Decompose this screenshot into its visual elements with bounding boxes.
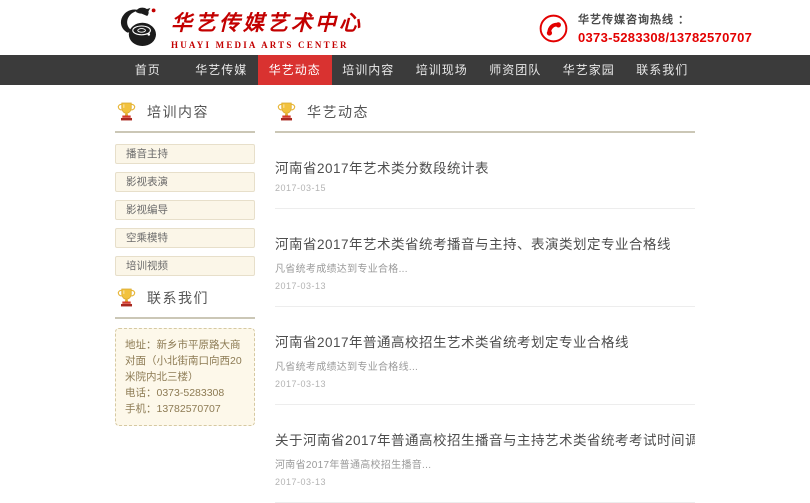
dragon-inkstone-logo-icon	[116, 5, 164, 51]
sidebar: 培训内容 播音主持影视表演影视编导空乘模特培训视频 联系我们	[115, 98, 255, 503]
nav-item-6[interactable]: 师资团队	[479, 55, 553, 85]
contact-phone: 电话：0373-5283308	[125, 385, 245, 401]
content: 培训内容 播音主持影视表演影视编导空乘模特培训视频 联系我们	[115, 85, 695, 503]
article-item-2: 河南省2017年艺术类省统考播音与主持、表演类划定专业合格线凡省统考成绩达到专业…	[275, 209, 695, 307]
article-date: 2017-03-13	[275, 477, 695, 487]
article-date: 2017-03-15	[275, 183, 695, 193]
sidebar-contact-heading: 联系我们	[115, 284, 255, 319]
nav-item-2[interactable]: 华艺传媒	[185, 55, 259, 85]
sidebar-training-item-3[interactable]: 影视编导	[115, 200, 255, 220]
logo-title: 华艺传媒艺术中心	[171, 7, 363, 37]
nav-item-1[interactable]: 首页	[111, 55, 185, 85]
article-snippet: 河南省2017年普通高校招生播音...	[275, 456, 695, 471]
sidebar-training-item-2[interactable]: 影视表演	[115, 172, 255, 192]
logo-subtitle: HUAYI MEDIA ARTS CENTER	[171, 40, 363, 50]
main-heading: 华艺动态	[275, 98, 695, 133]
article-title[interactable]: 河南省2017年艺术类分数段统计表	[275, 157, 695, 177]
contact-mobile: 手机：13782570707	[125, 401, 245, 417]
sidebar-contact-title: 联系我们	[147, 288, 209, 308]
article-snippet: 凡省统考成绩达到专业合格...	[275, 260, 695, 275]
sidebar-training-heading: 培训内容	[115, 98, 255, 133]
article-date: 2017-03-13	[275, 281, 695, 291]
sidebar-training-item-5[interactable]: 培训视频	[115, 256, 255, 276]
main-nav: 首页华艺传媒华艺动态培训内容培训现场师资团队华艺家园联系我们	[111, 55, 699, 85]
hotline: 华艺传媒咨询热线 ： 0373-5283308/13782570707	[538, 11, 752, 45]
article-title[interactable]: 河南省2017年普通高校招生艺术类省统考划定专业合格线	[275, 331, 695, 351]
nav-item-7[interactable]: 华艺家园	[552, 55, 626, 85]
article-title[interactable]: 关于河南省2017年普通高校招生播音与主持艺术类省统考考试时间调整的公告	[275, 429, 695, 449]
article-item-3: 河南省2017年普通高校招生艺术类省统考划定专业合格线凡省统考成绩达到专业合格线…	[275, 307, 695, 405]
sidebar-training-list: 播音主持影视表演影视编导空乘模特培训视频	[115, 144, 255, 276]
phone-icon	[538, 13, 569, 44]
main-panel: 华艺动态 河南省2017年艺术类分数段统计表2017-03-15河南省2017年…	[275, 98, 695, 503]
main-title: 华艺动态	[307, 102, 369, 122]
hotline-number: 0373-5283308/13782570707	[578, 30, 752, 45]
sidebar-training-item-1[interactable]: 播音主持	[115, 144, 255, 164]
contact-info-box: 地址：新乡市平原路大商对面（小北街南口向西20米院内北三楼） 电话：0373-5…	[115, 328, 255, 426]
article-snippet: 凡省统考成绩达到专业合格线...	[275, 358, 695, 373]
logo[interactable]: 华艺传媒艺术中心 HUAYI MEDIA ARTS CENTER	[116, 5, 363, 51]
nav-item-5[interactable]: 培训现场	[405, 55, 479, 85]
article-item-4: 关于河南省2017年普通高校招生播音与主持艺术类省统考考试时间调整的公告河南省2…	[275, 405, 695, 503]
main-nav-bar: 首页华艺传媒华艺动态培训内容培训现场师资团队华艺家园联系我们	[0, 55, 810, 85]
header: 华艺传媒艺术中心 HUAYI MEDIA ARTS CENTER 华艺传媒咨询热…	[0, 0, 810, 55]
trophy-icon	[117, 287, 136, 308]
sidebar-training-title: 培训内容	[147, 102, 209, 122]
article-date: 2017-03-13	[275, 379, 695, 389]
article-title[interactable]: 河南省2017年艺术类省统考播音与主持、表演类划定专业合格线	[275, 233, 695, 253]
article-item-1: 河南省2017年艺术类分数段统计表 2017-03-15	[275, 133, 695, 209]
sidebar-training-item-4[interactable]: 空乘模特	[115, 228, 255, 248]
nav-item-4[interactable]: 培训内容	[332, 55, 406, 85]
trophy-icon	[277, 101, 296, 122]
nav-item-8[interactable]: 联系我们	[626, 55, 700, 85]
contact-address: 地址：新乡市平原路大商对面（小北街南口向西20米院内北三楼）	[125, 337, 245, 385]
trophy-icon	[117, 101, 136, 122]
nav-item-3[interactable]: 华艺动态	[258, 55, 332, 85]
logo-text: 华艺传媒艺术中心 HUAYI MEDIA ARTS CENTER	[171, 7, 363, 50]
hotline-label: 华艺传媒咨询热线 ：	[578, 11, 752, 27]
page: 华艺传媒艺术中心 HUAYI MEDIA ARTS CENTER 华艺传媒咨询热…	[0, 0, 810, 419]
hotline-text: 华艺传媒咨询热线 ： 0373-5283308/13782570707	[578, 11, 752, 45]
article-list: 河南省2017年艺术类分数段统计表 2017-03-15 河南省2017年艺术类省统…	[275, 133, 695, 503]
